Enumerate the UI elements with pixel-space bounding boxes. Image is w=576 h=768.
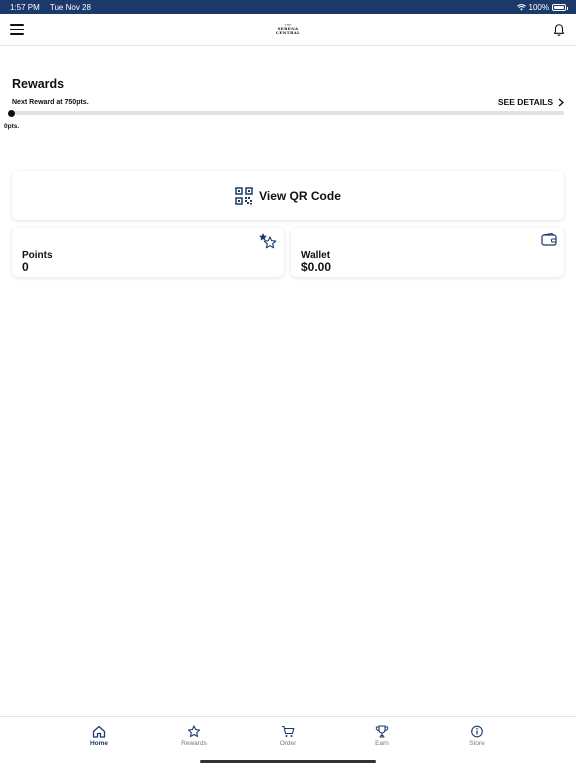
- tab-store[interactable]: Store: [447, 725, 507, 747]
- trophy-icon: [375, 725, 389, 738]
- wallet-card[interactable]: Wallet $0.00: [291, 228, 564, 277]
- tab-store-label: Store: [469, 740, 485, 747]
- tab-home-label: Home: [89, 740, 109, 747]
- status-left: 1:57 PM Tue Nov 28: [10, 3, 99, 12]
- bell-icon[interactable]: [552, 23, 566, 37]
- tab-earn-label: Earn: [375, 740, 389, 747]
- wifi-icon: [516, 3, 526, 10]
- stars-icon: [259, 233, 277, 249]
- qr-code-icon: [235, 186, 253, 205]
- tab-order[interactable]: Order: [258, 725, 318, 747]
- tab-home[interactable]: Home: [69, 725, 129, 747]
- cart-icon: [282, 725, 295, 737]
- view-qr-code-label: View QR Code: [259, 188, 341, 203]
- battery-percent: 100%: [528, 2, 549, 12]
- battery-level: [554, 5, 564, 9]
- battery-icon: [552, 3, 568, 11]
- star-icon: [187, 725, 201, 738]
- tab-rewards-label: Rewards: [181, 740, 207, 747]
- chevron-right-icon: [558, 97, 564, 107]
- tab-rewards[interactable]: Rewards: [164, 725, 224, 747]
- tab-earn[interactable]: Earn: [352, 725, 412, 747]
- rewards-progress-knob: [8, 109, 15, 117]
- tab-order-label: Order: [279, 740, 297, 747]
- points-progress-label: 0pts.: [4, 123, 20, 130]
- rewards-title: Rewards: [12, 77, 65, 91]
- rewards-progress-bar: [10, 111, 564, 115]
- status-date: Tue Nov 28: [49, 2, 91, 12]
- view-qr-code-button[interactable]: View QR Code: [12, 171, 564, 220]
- see-details-label: SEE DETAILS: [497, 97, 553, 107]
- wallet-balance: $0.00: [301, 260, 332, 274]
- points-value: 0: [22, 260, 29, 274]
- info-icon: [471, 725, 483, 738]
- top-nav: THE SERENA CENTRAL: [0, 14, 576, 46]
- home-icon: [92, 725, 106, 738]
- home-indicator[interactable]: [200, 760, 376, 763]
- see-details-link[interactable]: SEE DETAILS: [498, 97, 564, 107]
- next-reward-text: Next Reward at 750pts.: [12, 99, 89, 106]
- wallet-icon: [541, 232, 557, 246]
- menu-icon[interactable]: [10, 24, 24, 35]
- status-time: 1:57 PM: [10, 2, 40, 12]
- points-card[interactable]: Points 0: [12, 228, 284, 277]
- logo-line2: CENTRAL: [275, 30, 301, 35]
- brand-logo[interactable]: THE SERENA CENTRAL: [276, 24, 300, 35]
- status-right: 100%: [516, 2, 568, 12]
- status-bar: 1:57 PM Tue Nov 28 100%: [0, 0, 576, 14]
